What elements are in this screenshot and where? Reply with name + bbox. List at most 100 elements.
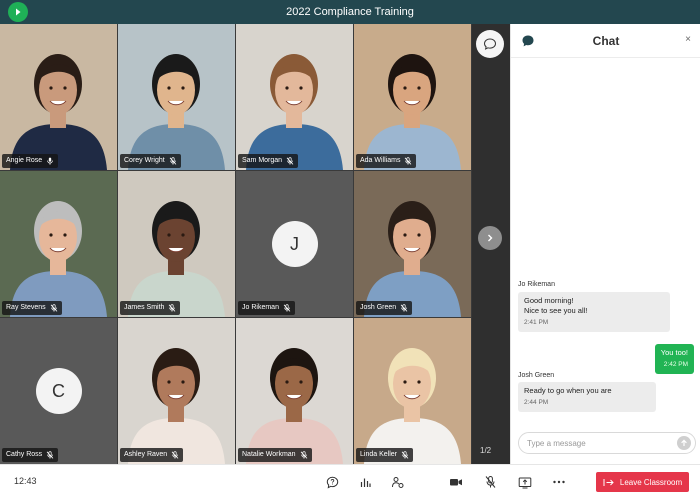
message-line: Nice to see you all!	[524, 306, 588, 315]
participant-video	[118, 318, 235, 464]
participant-video	[118, 24, 235, 170]
exit-arrow-icon	[603, 478, 614, 486]
participant-name: Ashley Raven	[124, 451, 168, 458]
chat-input-box	[518, 432, 696, 454]
chat-title: Chat	[592, 34, 620, 48]
mic-off-icon	[169, 304, 176, 312]
participant-tile[interactable]: Natalie Workman	[236, 318, 353, 464]
users-settings-icon	[392, 476, 404, 488]
close-chat-icon[interactable]: ×	[685, 34, 691, 45]
participant-initial-avatar: J	[271, 221, 318, 267]
participant-name: Linda Keller	[360, 451, 397, 458]
mic-off-icon	[300, 451, 308, 459]
mic-off-icon	[283, 304, 291, 312]
video-grid: Angie Rose Corey Wright Sam Morgan Ada Will…	[0, 24, 510, 464]
participants-button[interactable]	[390, 474, 406, 490]
participant-nameplate: Josh Green	[356, 301, 413, 315]
participant-name: Ray Stevens	[6, 304, 46, 311]
message-bubble-incoming: Ready to go when you are 2:44 PM	[518, 382, 656, 412]
mic-off-icon	[300, 451, 307, 459]
mic-icon	[47, 157, 54, 165]
participant-tile[interactable]: Ashley Raven	[118, 318, 235, 464]
mic-off-icon	[400, 304, 408, 312]
participant-nameplate: Ray Stevens	[2, 301, 62, 315]
participant-name: Josh Green	[360, 304, 397, 311]
message-line: Ready to go when you are	[524, 386, 612, 395]
participant-tile[interactable]: Josh Green	[354, 171, 471, 317]
participant-tile[interactable]: Angie Rose	[0, 24, 117, 170]
screen-share-icon	[518, 477, 532, 488]
bar-chart-icon	[360, 478, 371, 487]
chat-toggle-button[interactable]	[476, 30, 504, 58]
leave-classroom-button[interactable]: Leave Classroom	[596, 472, 689, 492]
participant-name: Natalie Workman	[242, 451, 296, 458]
chat-bubble-icon	[483, 38, 497, 50]
arrow-up-icon	[681, 439, 687, 446]
participant-tile[interactable]: Sam Morgan	[236, 24, 353, 170]
mic-off-icon	[401, 451, 409, 459]
ellipsis-icon	[553, 480, 565, 484]
participant-name: Sam Morgan	[242, 157, 283, 164]
mic-off-icon	[46, 451, 54, 459]
help-button[interactable]	[324, 474, 340, 490]
message-bubble-incoming: Good morning! Nice to see you all! 2:41 …	[518, 292, 670, 332]
mic-off-icon	[405, 157, 412, 165]
participant-nameplate: Linda Keller	[356, 448, 413, 462]
mic-off-icon	[46, 451, 54, 459]
participant-nameplate: Ada Williams	[356, 154, 417, 168]
next-page-button[interactable]	[478, 226, 502, 250]
mic-off-icon	[169, 157, 177, 165]
participant-name: James Smith	[124, 304, 165, 311]
share-screen-button[interactable]	[517, 474, 533, 490]
polls-button[interactable]	[357, 474, 373, 490]
mic-off-icon	[401, 451, 409, 459]
mic-icon	[46, 157, 54, 165]
participant-tile[interactable]: James Smith	[118, 171, 235, 317]
message-time: 2:41 PM	[524, 319, 549, 326]
camera-button[interactable]	[448, 474, 464, 490]
mic-off-icon	[50, 304, 58, 312]
mic-off-icon	[50, 304, 57, 312]
participant-initial-avatar: C	[35, 368, 82, 414]
participant-name: Cathy Ross	[6, 451, 43, 458]
message-line: You too!	[660, 348, 688, 357]
participant-tile[interactable]: J Jo Rikeman	[236, 171, 353, 317]
message-input[interactable]	[527, 433, 667, 453]
message-line: Good morning!	[524, 296, 574, 305]
participant-tile[interactable]: Ada Williams	[354, 24, 471, 170]
participant-video	[0, 24, 117, 170]
mic-off-icon	[485, 476, 495, 488]
session-clock: 12:43	[14, 476, 37, 486]
participant-nameplate: Natalie Workman	[238, 448, 312, 462]
mic-off-icon	[286, 157, 294, 165]
top-bar: 2022 Compliance Training	[0, 0, 700, 24]
question-bubble-icon	[326, 476, 338, 488]
participant-tile[interactable]: Corey Wright	[118, 24, 235, 170]
participant-tile[interactable]: Linda Keller	[354, 318, 471, 464]
message-sender: Josh Green	[518, 372, 555, 379]
message-sender: Jo Rikeman	[518, 281, 555, 288]
participant-nameplate: James Smith	[120, 301, 181, 315]
video-camera-icon	[450, 479, 462, 486]
participant-video	[118, 171, 235, 317]
participant-tile[interactable]: C Cathy Ross	[0, 318, 117, 464]
participant-tile[interactable]: Ray Stevens	[0, 171, 117, 317]
participant-nameplate: Cathy Ross	[2, 448, 59, 462]
participant-video	[354, 318, 471, 464]
microphone-button[interactable]	[482, 474, 498, 490]
page-indicator: 1/2	[480, 446, 492, 455]
more-options-button[interactable]	[551, 474, 567, 490]
mic-off-icon	[169, 157, 177, 165]
mic-off-icon	[404, 157, 412, 165]
mic-off-icon	[168, 304, 176, 312]
participant-nameplate: Ashley Raven	[120, 448, 184, 462]
mic-off-icon	[171, 451, 179, 459]
send-button[interactable]	[677, 436, 691, 450]
mic-off-icon	[283, 304, 291, 312]
message-bubble-outgoing: You too! 2:42 PM	[654, 344, 694, 374]
participant-nameplate: Angie Rose	[2, 154, 59, 168]
participant-name: Angie Rose	[6, 157, 43, 164]
participant-video	[354, 171, 471, 317]
bottom-toolbar: 12:43 Leave Classroom	[0, 464, 700, 498]
mic-off-icon	[286, 157, 294, 165]
